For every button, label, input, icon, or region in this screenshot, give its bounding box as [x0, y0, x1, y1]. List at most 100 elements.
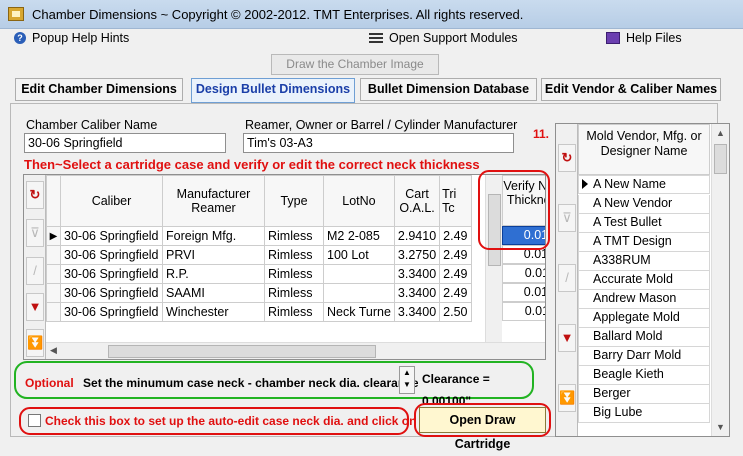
scroll-down-icon[interactable]: ▼ [716, 422, 725, 432]
list-item[interactable]: Applegate Mold [578, 309, 710, 328]
list-item[interactable]: Accurate Mold [578, 271, 710, 290]
help-files-menu[interactable]: Help Files [606, 31, 682, 45]
cell-lot[interactable]: Neck Turne [323, 302, 395, 322]
neck-highlight-outline [478, 170, 550, 250]
spin-down-icon[interactable]: ▼ [400, 379, 414, 391]
clearance-spinner[interactable]: ▲ ▼ [399, 366, 415, 394]
list-item[interactable]: A TMT Design [578, 233, 710, 252]
cell-type[interactable]: Rimless [264, 245, 324, 265]
list-item[interactable]: A Test Bullet [578, 214, 710, 233]
list-item[interactable]: Ballard Mold [578, 328, 710, 347]
column-header-trim[interactable]: Tri Tc [439, 175, 472, 227]
cell-trim[interactable]: 2.50 [439, 302, 472, 322]
edit-icon[interactable]: / [558, 264, 576, 292]
cell-lot[interactable]: M2 2-085 [323, 226, 395, 246]
vendor-column-header[interactable]: Mold Vendor, Mfg. or Designer Name [578, 124, 710, 175]
reamer-field[interactable]: Tim's 03-A3 [243, 133, 514, 153]
draw-chamber-image-button[interactable]: Draw the Chamber Image [271, 54, 439, 75]
table-row[interactable]: 30-06 Springfield SAAMI Rimless 3.3400 2… [46, 283, 472, 303]
vendor-vertical-scrollbar[interactable]: ▲ ▼ [711, 124, 729, 436]
list-item[interactable]: Andrew Mason [578, 290, 710, 309]
cell-maker[interactable]: SAAMI [162, 283, 265, 303]
cell-trim[interactable]: 2.49 [439, 283, 472, 303]
move-down-icon[interactable]: ▼ [558, 324, 576, 352]
move-last-icon[interactable]: ⏬ [558, 384, 576, 412]
cell-lot[interactable]: 100 Lot [323, 245, 395, 265]
support-modules-menu[interactable]: Open Support Modules [369, 31, 518, 45]
filter-icon[interactable]: ⊽ [26, 219, 44, 247]
cell-maker[interactable]: PRVI [162, 245, 265, 265]
list-item[interactable]: A New Vendor [578, 195, 710, 214]
cell-maker[interactable]: R.P. [162, 264, 265, 284]
cell-oal[interactable]: 3.3400 [393, 283, 441, 303]
popup-help-menu[interactable]: ? Popup Help Hints [14, 31, 129, 45]
column-header-caliber[interactable]: Caliber [60, 175, 163, 227]
vendor-grid: ↻ ⊽ / ▼ ⏬ Mold Vendor, Mfg. or Designer … [555, 123, 730, 437]
vendor-name: Ballard Mold [593, 329, 663, 343]
clearance-text: Set the minumum case neck - chamber neck… [83, 376, 440, 390]
table-row[interactable]: 30-06 Springfield R.P. Rimless 3.3400 2.… [46, 264, 472, 284]
cell-neck[interactable]: 0.0100 [502, 283, 545, 302]
cell-type[interactable]: Rimless [264, 226, 324, 246]
filter-icon[interactable]: ⊽ [558, 204, 576, 232]
caliber-name-field[interactable]: 30-06 Springfield [24, 133, 226, 153]
spin-up-icon[interactable]: ▲ [400, 367, 414, 379]
cell-type[interactable]: Rimless [264, 302, 324, 322]
cell-neck[interactable]: 0.0110 [502, 264, 545, 283]
edit-icon[interactable]: / [26, 257, 44, 285]
row-header[interactable] [46, 302, 61, 322]
row-header[interactable] [46, 283, 61, 303]
open-draw-cartridge-button[interactable]: Open Draw Cartridge [419, 407, 546, 451]
cell-caliber[interactable]: 30-06 Springfield [60, 226, 163, 246]
grid-horizontal-scrollbar[interactable]: ◀ [46, 342, 545, 359]
cell-trim[interactable]: 2.49 [439, 264, 472, 284]
cell-caliber[interactable]: 30-06 Springfield [60, 245, 163, 265]
move-down-icon[interactable]: ▼ [26, 293, 44, 321]
list-item[interactable]: A New Name [578, 175, 710, 194]
tab-edit-chamber-dimensions[interactable]: Edit Chamber Dimensions [15, 78, 183, 101]
cell-caliber[interactable]: 30-06 Springfield [60, 302, 163, 322]
cell-oal[interactable]: 3.2750 [393, 245, 441, 265]
cell-maker[interactable]: Winchester [162, 302, 265, 322]
column-header-type[interactable]: Type [264, 175, 324, 227]
cell-oal[interactable]: 3.3400 [393, 302, 441, 322]
cell-lot[interactable] [323, 283, 395, 303]
cell-caliber[interactable]: 30-06 Springfield [60, 264, 163, 284]
row-header[interactable] [46, 245, 61, 265]
cell-caliber[interactable]: 30-06 Springfield [60, 283, 163, 303]
row-header[interactable] [46, 264, 61, 284]
refresh-icon[interactable]: ↻ [26, 181, 44, 209]
table-row[interactable]: 30-06 Springfield PRVI Rimless 100 Lot 3… [46, 245, 472, 265]
column-header-manufacturer[interactable]: Manufacturer Reamer [162, 175, 265, 227]
tab-design-bullet-dimensions[interactable]: Design Bullet Dimensions [191, 78, 355, 103]
scroll-left-icon[interactable]: ◀ [50, 345, 57, 356]
cell-type[interactable]: Rimless [264, 283, 324, 303]
column-header-lotno[interactable]: LotNo [323, 175, 395, 227]
cell-lot[interactable] [323, 264, 395, 284]
move-last-icon[interactable]: ⏬ [26, 329, 44, 357]
cartridge-table: Caliber Manufacturer Reamer Type LotNo C… [46, 175, 472, 322]
list-item[interactable]: A338RUM [578, 252, 710, 271]
tab-bullet-dimension-database[interactable]: Bullet Dimension Database [360, 78, 537, 101]
cell-trim[interactable]: 2.49 [439, 226, 472, 246]
list-item[interactable]: Barry Darr Mold [578, 347, 710, 366]
table-row[interactable]: 30-06 Springfield Winchester Rimless Nec… [46, 302, 472, 322]
list-item[interactable]: Berger [578, 385, 710, 404]
column-header-oal[interactable]: Cart O.A.L. [393, 175, 441, 227]
step-number: 11. [533, 127, 550, 141]
cell-oal[interactable]: 3.3400 [393, 264, 441, 284]
cell-trim[interactable]: 2.49 [439, 245, 472, 265]
cell-type[interactable]: Rimless [264, 264, 324, 284]
scroll-up-icon[interactable]: ▲ [716, 128, 725, 138]
list-item[interactable]: Beagle Kieth [578, 366, 710, 385]
table-row[interactable]: ▶ 30-06 Springfield Foreign Mfg. Rimless… [46, 226, 472, 246]
cell-maker[interactable]: Foreign Mfg. [162, 226, 265, 246]
refresh-icon[interactable]: ↻ [558, 144, 576, 172]
auto-edit-checkbox[interactable] [28, 414, 41, 427]
cell-neck[interactable]: 0.0115 [502, 302, 545, 321]
scroll-thumb[interactable] [714, 144, 727, 174]
scroll-thumb[interactable] [108, 345, 376, 358]
cell-oal[interactable]: 2.9410 [393, 226, 441, 246]
list-item[interactable]: Big Lube [578, 404, 710, 423]
tab-edit-vendor-caliber-names[interactable]: Edit Vendor & Caliber Names [541, 78, 721, 101]
